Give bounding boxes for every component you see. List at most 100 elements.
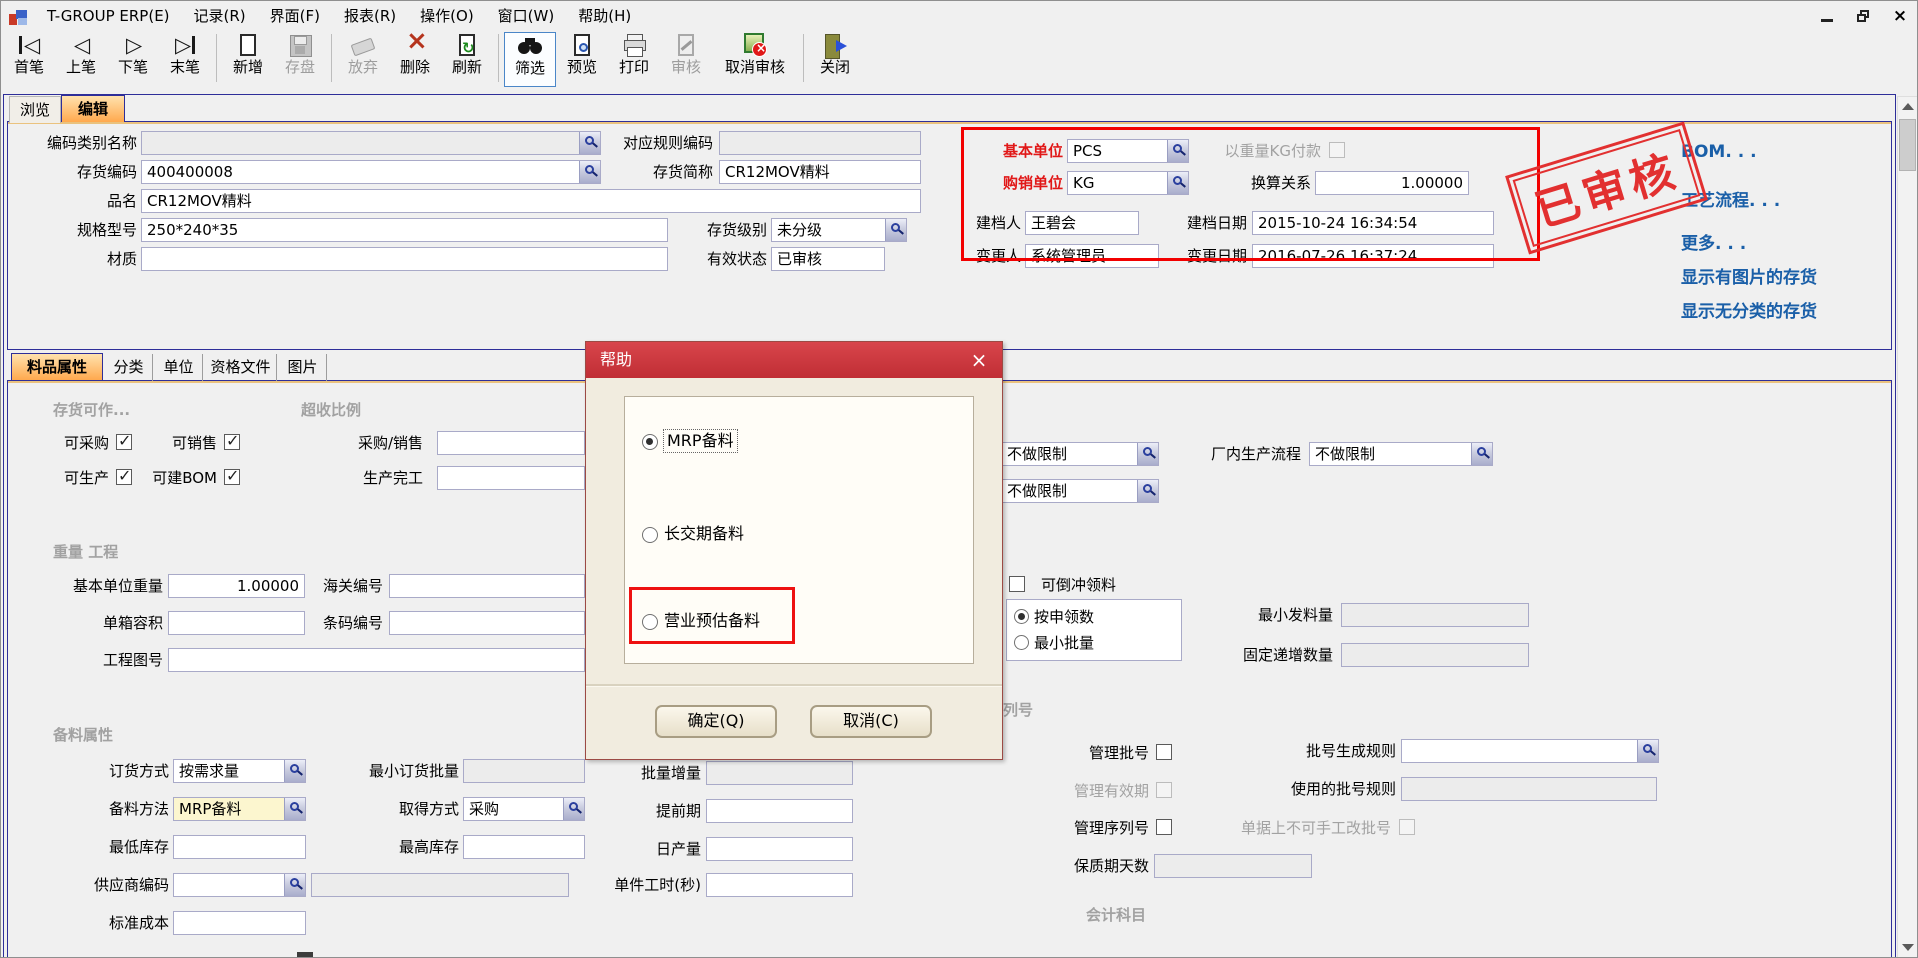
item-code-field[interactable]: 400400008 [141,160,601,184]
can-bom-checkbox[interactable] [224,469,240,485]
lookup-icon[interactable] [885,219,906,241]
prep-method-field[interactable]: MRP备料 [173,797,306,821]
toolbar-next-record[interactable]: ▷ 下笔 [107,32,159,87]
restrict-combo-1[interactable]: 不做限制 [1001,442,1159,466]
restrict-combo-2[interactable]: 不做限制 [1001,479,1159,503]
material-field[interactable] [141,247,668,271]
lookup-icon[interactable] [284,798,305,820]
supplier-code-field[interactable] [173,873,306,897]
toolbar-new[interactable]: 新增 [222,32,274,87]
batch-rule-field[interactable] [1401,739,1659,763]
sellable-checkbox[interactable] [224,434,240,450]
manage-serial-checkbox[interactable] [1156,819,1172,835]
menu-report[interactable]: 报表(R) [332,1,408,31]
menu-interface[interactable]: 界面(F) [258,1,332,31]
link-show-with-picture[interactable]: 显示有图片的存货 [1681,263,1817,288]
link-more[interactable]: 更多. . . [1681,229,1746,254]
lookup-icon[interactable] [284,760,305,782]
drawing-field[interactable] [168,648,585,672]
item-abbr-field[interactable]: CR12MOV精料 [719,160,921,184]
trade-unit-field[interactable]: KG [1067,171,1189,195]
menu-record[interactable]: 记录(R) [182,1,258,31]
order-mode-field[interactable]: 按需求量 [173,759,306,783]
scroll-up-icon[interactable] [1898,97,1917,117]
tab-browse[interactable]: 浏览 [9,96,61,123]
std-cost-field[interactable] [173,911,306,935]
backflush-checkbox[interactable] [1009,576,1025,592]
tab-qualification[interactable]: 资格文件 [205,354,277,381]
purchasable-checkbox[interactable] [116,434,132,450]
toolbar-first-record[interactable]: ◁ 首笔 [3,32,55,87]
spec-field[interactable]: 250*240*35 [141,218,668,242]
menu-app[interactable]: T-GROUP ERP(E) [35,1,182,31]
toolbar-print[interactable]: 打印 [608,32,660,87]
close-button[interactable]: × [1891,7,1909,25]
help-dialog-titlebar[interactable]: 帮助 [586,342,1002,378]
unit-time-field[interactable] [706,873,853,897]
lookup-icon[interactable] [1137,443,1158,465]
acquire-mode-field[interactable]: 采购 [463,797,585,821]
lookup-icon[interactable] [1471,443,1492,465]
over-receive-production-field[interactable] [437,466,585,490]
lookup-icon[interactable] [1167,172,1188,194]
toolbar-filter[interactable]: 筛选 [504,32,556,87]
lookup-icon[interactable] [1637,740,1658,762]
toolbar-refresh[interactable]: ↻ 刷新 [441,32,493,87]
dialog-cancel-button[interactable]: 取消(C) [810,705,932,738]
over-receive-purchase-field[interactable] [437,431,585,455]
lookup-icon[interactable] [579,132,600,154]
prep-section-header: 备料属性 [53,724,113,745]
min-stock-field[interactable] [173,835,306,859]
tab-edit[interactable]: 编辑 [61,95,125,122]
barcode-field[interactable] [389,611,585,635]
customs-field[interactable] [389,574,585,598]
max-stock-field[interactable] [463,835,585,859]
by-apply-qty-radio[interactable] [1014,609,1029,624]
menu-help[interactable]: 帮助(H) [566,1,643,31]
scrollbar-thumb[interactable] [1899,119,1916,171]
unit-weight-field[interactable]: 1.00000 [168,574,305,598]
toolbar-prev-record[interactable]: ◁ 上笔 [55,32,107,87]
lookup-icon[interactable] [579,161,600,183]
lookup-icon[interactable] [563,798,584,820]
long-leadtime-prep-option-label[interactable]: 长交期备料 [664,523,744,545]
tab-category[interactable]: 分类 [105,354,153,381]
sales-forecast-prep-radio[interactable] [642,614,658,630]
backflush-label: 可倒冲领料 [1041,573,1151,597]
toolbar-close-form[interactable]: 关闭 [809,32,861,87]
conversion-field[interactable]: 1.00000 [1315,171,1469,195]
lookup-icon[interactable] [1137,480,1158,502]
base-unit-field[interactable]: PCS [1067,139,1189,163]
manage-batch-checkbox[interactable] [1156,744,1172,760]
dialog-ok-button[interactable]: 确定(Q) [655,705,777,738]
minimize-button[interactable] [1819,7,1837,25]
scroll-down-icon[interactable] [1898,937,1917,957]
toolbar-delete[interactable]: × 删除 [389,32,441,87]
tab-unit[interactable]: 单位 [155,354,203,381]
daily-output-field[interactable] [706,837,853,861]
item-name-field[interactable]: CR12MOV精料 [141,189,921,213]
long-leadtime-prep-radio[interactable] [642,527,658,543]
vertical-scrollbar[interactable] [1897,96,1918,958]
toolbar-cancel-audit[interactable]: 取消审核 [712,32,798,87]
toolbar-last-record[interactable]: ▷ 末笔 [159,32,211,87]
code-category-label: 编码类别名称 [19,131,137,155]
link-show-unclassified[interactable]: 显示无分类的存货 [1681,297,1817,322]
menu-window[interactable]: 窗口(W) [486,1,567,31]
toolbar-preview[interactable]: 预览 [556,32,608,87]
producible-checkbox[interactable] [116,469,132,485]
box-volume-field[interactable] [168,611,305,635]
lookup-icon[interactable] [284,874,305,896]
tab-picture[interactable]: 图片 [279,354,327,381]
restore-button[interactable] [1855,7,1873,25]
mrp-prep-radio[interactable] [642,434,658,450]
mrp-prep-option-label[interactable]: MRP备料 [664,430,737,452]
sales-forecast-prep-option-label[interactable]: 营业预估备料 [664,610,760,632]
lead-time-field[interactable] [706,799,853,823]
dialog-close-icon[interactable]: × [966,347,992,373]
factory-flow-field[interactable]: 不做限制 [1309,442,1493,466]
inv-level-field[interactable]: 未分级 [771,218,907,242]
lookup-icon[interactable] [1167,140,1188,162]
min-batch-radio[interactable] [1014,635,1029,650]
tab-item-attributes[interactable]: 料品属性 [11,353,103,380]
